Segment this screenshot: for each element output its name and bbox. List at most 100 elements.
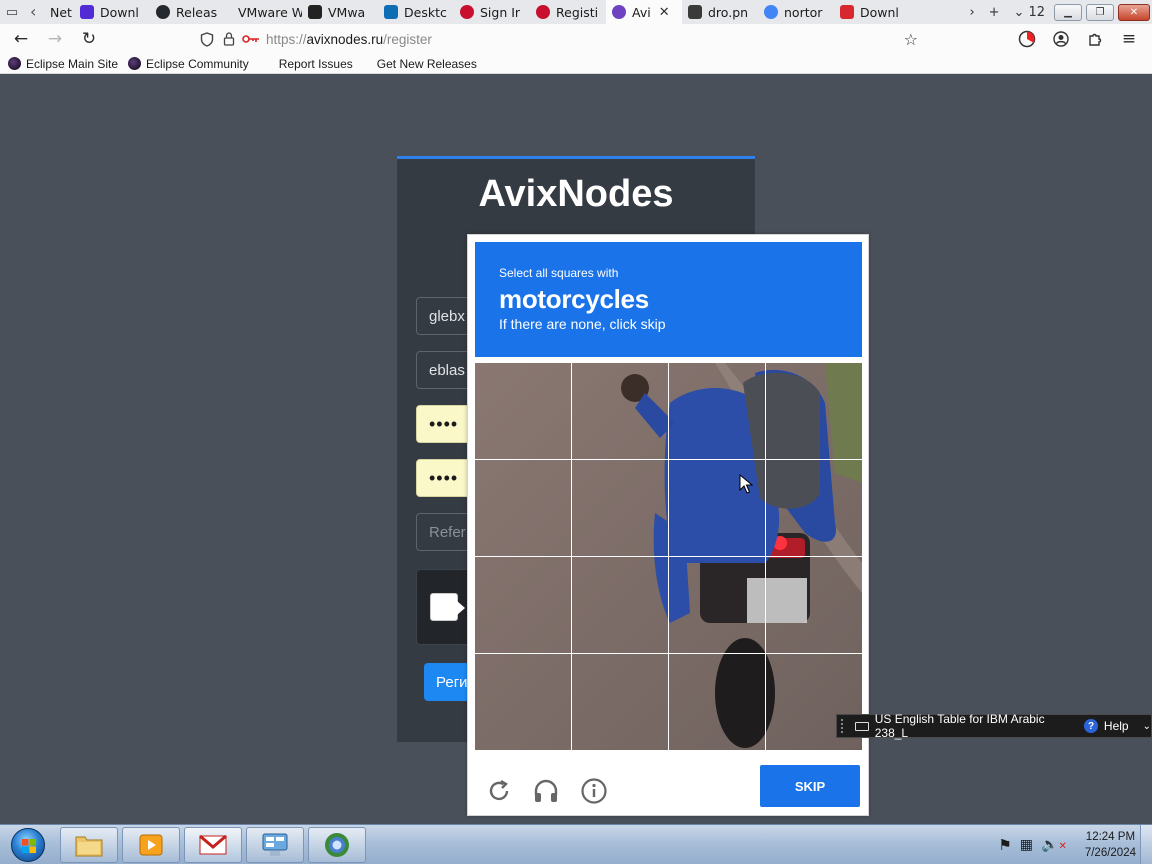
captcha-tile-image	[669, 557, 765, 653]
extensions-button[interactable]	[1078, 24, 1112, 54]
lock-icon[interactable]	[218, 32, 240, 46]
captcha-tile[interactable]	[766, 460, 862, 556]
hcaptcha-checkbox[interactable]	[430, 593, 458, 621]
maximize-button[interactable]: ❐	[1086, 3, 1114, 21]
toolbar-right: ≡	[1010, 24, 1146, 54]
url-scheme: https://	[266, 31, 307, 47]
captcha-tile[interactable]	[475, 363, 571, 459]
brand-title: AvixNodes	[478, 173, 674, 215]
browser-tab[interactable]: Releas	[150, 0, 226, 24]
taskbar-control-panel[interactable]	[246, 827, 304, 863]
bookmark-report-issues[interactable]: Report Issues	[259, 57, 363, 71]
captcha-tile[interactable]	[766, 363, 862, 459]
bookmarks-toolbar: Eclipse Main Site Eclipse Community Repo…	[0, 54, 1152, 74]
pie-icon	[1018, 30, 1036, 48]
browser-tab[interactable]: Downl	[74, 0, 150, 24]
forward-arrow-icon: →	[47, 29, 63, 49]
captcha-tile-image	[766, 460, 862, 556]
account-button[interactable]	[1044, 24, 1078, 54]
browser-tab[interactable]: nortor	[758, 0, 834, 24]
forward-button[interactable]: →	[38, 24, 72, 54]
taskbar-explorer[interactable]	[60, 827, 118, 863]
captcha-tile[interactable]	[572, 557, 668, 653]
captcha-tile[interactable]	[669, 363, 765, 459]
minimize-button[interactable]: ▁	[1054, 3, 1082, 21]
prompt-instruction: Select all squares with	[499, 266, 619, 280]
bookmark-eclipse-community[interactable]: Eclipse Community	[128, 57, 259, 71]
refresh-challenge-button[interactable]	[483, 775, 515, 807]
captcha-tile[interactable]	[669, 654, 765, 750]
close-window-button[interactable]: ✕	[1118, 3, 1150, 21]
captcha-tile[interactable]	[766, 557, 862, 653]
captcha-tile[interactable]	[669, 557, 765, 653]
tab-tools: › + ⌄ 12 ▁ ❐ ✕	[962, 0, 1152, 24]
browser-tab[interactable]: Sign Ir	[454, 0, 530, 24]
bookmark-star-icon[interactable]: ☆	[904, 30, 918, 49]
back-arrow-icon: ‹	[30, 2, 37, 21]
langbar-options-icon[interactable]: ⌄	[1143, 721, 1151, 732]
captcha-tile-image	[766, 363, 862, 459]
url-text[interactable]: https://avixnodes.ru/register	[266, 32, 432, 47]
new-tab-button[interactable]: +	[982, 0, 1007, 24]
taskbar-chrome[interactable]	[308, 827, 366, 863]
volume-muted-icon[interactable]: 🔈✕	[1041, 837, 1067, 853]
captcha-tile[interactable]	[475, 557, 571, 653]
extension-button[interactable]	[1010, 24, 1044, 54]
taskbar-media-player[interactable]	[122, 827, 180, 863]
bookmark-label: Eclipse Community	[146, 56, 249, 71]
menu-button[interactable]: ≡	[1112, 24, 1146, 54]
action-center-flag-icon[interactable]: ⚑	[998, 836, 1011, 854]
close-tab-icon[interactable]: ✕	[659, 5, 670, 20]
info-button[interactable]	[578, 775, 610, 807]
help-icon: ?	[1084, 719, 1098, 733]
browser-tab[interactable]: VMwa	[302, 0, 378, 24]
input-method-label[interactable]: US English Table for IBM Arabic 238_L	[875, 712, 1078, 740]
browser-tab[interactable]: dro.pn	[682, 0, 758, 24]
captcha-tile[interactable]	[572, 460, 668, 556]
browser-tab[interactable]: VMware W	[226, 0, 302, 24]
cloud-icon	[460, 5, 474, 19]
clock[interactable]: 12:24 PM 7/26/2024	[1085, 829, 1136, 861]
shield-icon[interactable]	[196, 31, 218, 47]
eclipse-icon	[128, 57, 142, 70]
tab-scroll-right-icon[interactable]: ›	[962, 0, 981, 24]
system-tray: ⚑ ▦ 🔈✕ 12:24 PM 7/26/2024	[998, 825, 1136, 864]
captcha-tile[interactable]	[475, 460, 571, 556]
info-icon	[581, 778, 607, 804]
audio-challenge-button[interactable]	[530, 775, 562, 807]
bookmark-eclipse-main[interactable]: Eclipse Main Site	[0, 57, 128, 71]
start-button[interactable]	[4, 826, 52, 864]
browser-tab[interactable]: Downl	[834, 0, 910, 24]
browser-tab[interactable]: Avi ✕	[606, 0, 682, 24]
captcha-tile-image	[669, 363, 765, 459]
tab-strip: ▭ ‹ Net Downl Releas VMware W VMwa Desktc Sign …	[0, 0, 1152, 24]
bookmark-get-new-releases[interactable]: Get New Releases	[363, 57, 487, 71]
browser-tab[interactable]: ‹ Net	[24, 0, 74, 24]
challenge-grid	[475, 363, 862, 750]
vmware-icon	[384, 5, 398, 19]
address-bar[interactable]: https://avixnodes.ru/register ☆	[196, 27, 926, 51]
captcha-tile[interactable]	[475, 654, 571, 750]
help-label[interactable]: Help	[1104, 719, 1129, 733]
mail-icon	[199, 834, 227, 855]
captcha-tile[interactable]	[572, 363, 668, 459]
tab-list-icon[interactable]: ▭	[0, 0, 24, 24]
network-icon[interactable]: ▦	[1020, 837, 1033, 853]
reload-button[interactable]: ↻	[72, 24, 106, 54]
skip-button[interactable]: SKIP	[760, 765, 860, 807]
taskbar: ⚑ ▦ 🔈✕ 12:24 PM 7/26/2024	[0, 824, 1152, 864]
show-desktop-button[interactable]	[1140, 825, 1152, 864]
tab-label: Downl	[100, 4, 139, 20]
captcha-tile-image	[572, 363, 668, 459]
browser-tab[interactable]: Registi	[530, 0, 606, 24]
browser-tab[interactable]: Desktc	[378, 0, 454, 24]
tab-overflow-button[interactable]: ⌄ 12	[1007, 0, 1052, 24]
captcha-tile[interactable]	[572, 654, 668, 750]
back-button[interactable]: ←	[4, 24, 38, 54]
bookmark-label: Get New Releases	[376, 56, 477, 71]
key-icon[interactable]	[240, 34, 262, 44]
tab-label: VMwa	[328, 4, 366, 20]
grip-handle[interactable]	[841, 719, 849, 733]
taskbar-gmail[interactable]	[184, 827, 242, 863]
hcaptcha-pointer	[457, 601, 465, 615]
